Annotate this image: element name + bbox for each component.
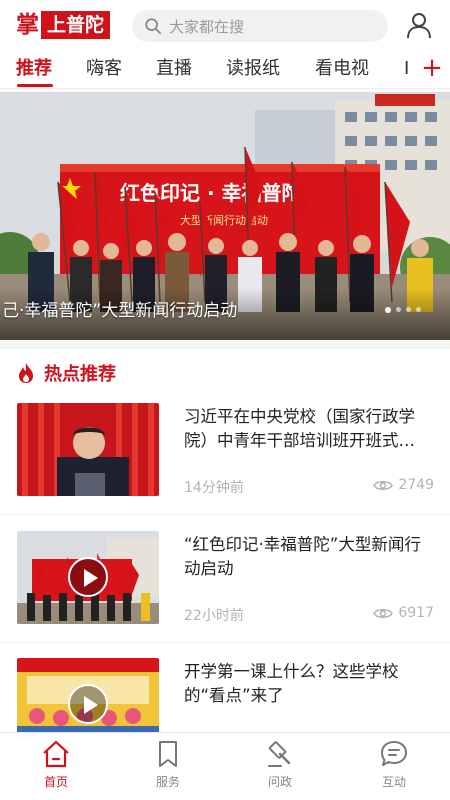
add-channel-button[interactable]: + <box>414 52 450 86</box>
eye-icon <box>373 480 394 490</box>
news-views: 6917 <box>373 605 434 621</box>
nav-home[interactable]: 首页 <box>16 739 96 797</box>
news-thumbnail <box>17 531 159 624</box>
tab-more[interactable]: I <box>404 54 409 84</box>
section-gap <box>0 340 450 349</box>
nav-label: 首页 <box>43 775 68 789</box>
active-tab-indicator <box>17 84 53 87</box>
nav-interact[interactable]: 互动 <box>354 739 434 797</box>
news-title: 习近平在中央党校（国家行政学院）中青年干部培训班开班式… <box>184 407 415 450</box>
category-tabs: 推荐 嗨客 直播 读报纸 看电视 I <box>0 52 450 88</box>
news-item[interactable]: 习近平在中央党校（国家行政学院）中青年干部培训班开班式… 14分钟前 2749 <box>0 402 450 514</box>
play-video-button[interactable] <box>68 557 108 597</box>
banner-caption: 己·幸福普陀”大型新闻行动启动 <box>2 301 238 321</box>
news-item[interactable]: “红色印记·幸福普陀”大型新闻行动启动 22小时前 6917 <box>0 530 450 642</box>
user-profile-icon[interactable] <box>404 10 434 40</box>
svg-text:红色印记 · 幸福普陀: 红色印记 · 幸福普陀 <box>120 181 302 205</box>
views-count: 6917 <box>398 605 434 621</box>
news-time: 14分钟前 <box>184 480 244 496</box>
tab-newspaper[interactable]: 读报纸 <box>226 54 280 84</box>
carousel-indicator <box>385 307 426 313</box>
eye-icon <box>373 608 394 618</box>
hot-section-header: 热点推荐 <box>16 358 116 388</box>
section-title: 热点推荐 <box>44 364 116 385</box>
carousel-dot[interactable] <box>385 307 391 313</box>
news-thumbnail <box>17 403 159 496</box>
nav-service[interactable]: 服务 <box>128 739 208 797</box>
carousel-dot[interactable] <box>396 307 401 312</box>
views-count: 2749 <box>398 477 434 493</box>
list-divider <box>0 642 450 643</box>
carousel-dot[interactable] <box>406 307 411 312</box>
bottom-navigation: 首页 服务 问政 互动 <box>0 732 450 800</box>
search-icon <box>145 18 162 35</box>
news-title: “红色印记·幸福普陀”大型新闻行动启动 <box>184 535 421 578</box>
chat-icon <box>381 741 407 766</box>
list-divider <box>0 514 450 515</box>
app-logo[interactable]: 掌 上普陀 <box>16 10 111 40</box>
tab-haike[interactable]: 嗨客 <box>86 54 122 84</box>
app-header: 掌 上普陀 大家都在搜 <box>0 0 450 52</box>
carousel-dot[interactable] <box>416 307 421 312</box>
banner-carousel[interactable]: 红色印记 · 幸福普陀 大型新闻行动启动 己·幸福普陀”大型新闻行动启动 <box>0 92 450 340</box>
news-time: 22小时前 <box>184 608 244 624</box>
logo-char: 掌 <box>16 12 39 38</box>
bookmark-icon <box>159 741 177 767</box>
nav-label: 问政 <box>267 775 292 789</box>
gavel-icon <box>268 741 291 767</box>
nav-label: 互动 <box>381 775 406 789</box>
nav-label: 服务 <box>155 775 180 789</box>
news-title: 开学第一课上什么？这些学校的“看点”来了 <box>184 662 399 705</box>
news-item[interactable]: 开学第一课上什么？这些学校的“看点”来了 <box>0 657 450 732</box>
nav-inquiry[interactable]: 问政 <box>240 739 320 797</box>
fire-icon <box>19 363 33 383</box>
home-icon <box>43 740 69 768</box>
tabs-divider <box>0 88 450 89</box>
search-placeholder: 大家都在搜 <box>169 17 245 36</box>
news-thumbnail <box>17 658 159 732</box>
logo-box-text: 上普陀 <box>41 11 111 39</box>
tab-recommend[interactable]: 推荐 <box>16 54 52 84</box>
tab-live[interactable]: 直播 <box>156 54 192 84</box>
tab-tv[interactable]: 看电视 <box>315 54 369 84</box>
play-video-button[interactable] <box>68 684 108 724</box>
news-views: 2749 <box>373 477 434 493</box>
search-bar[interactable]: 大家都在搜 <box>132 10 388 42</box>
svg-text:大型新闻行动启动: 大型新闻行动启动 <box>180 213 268 227</box>
